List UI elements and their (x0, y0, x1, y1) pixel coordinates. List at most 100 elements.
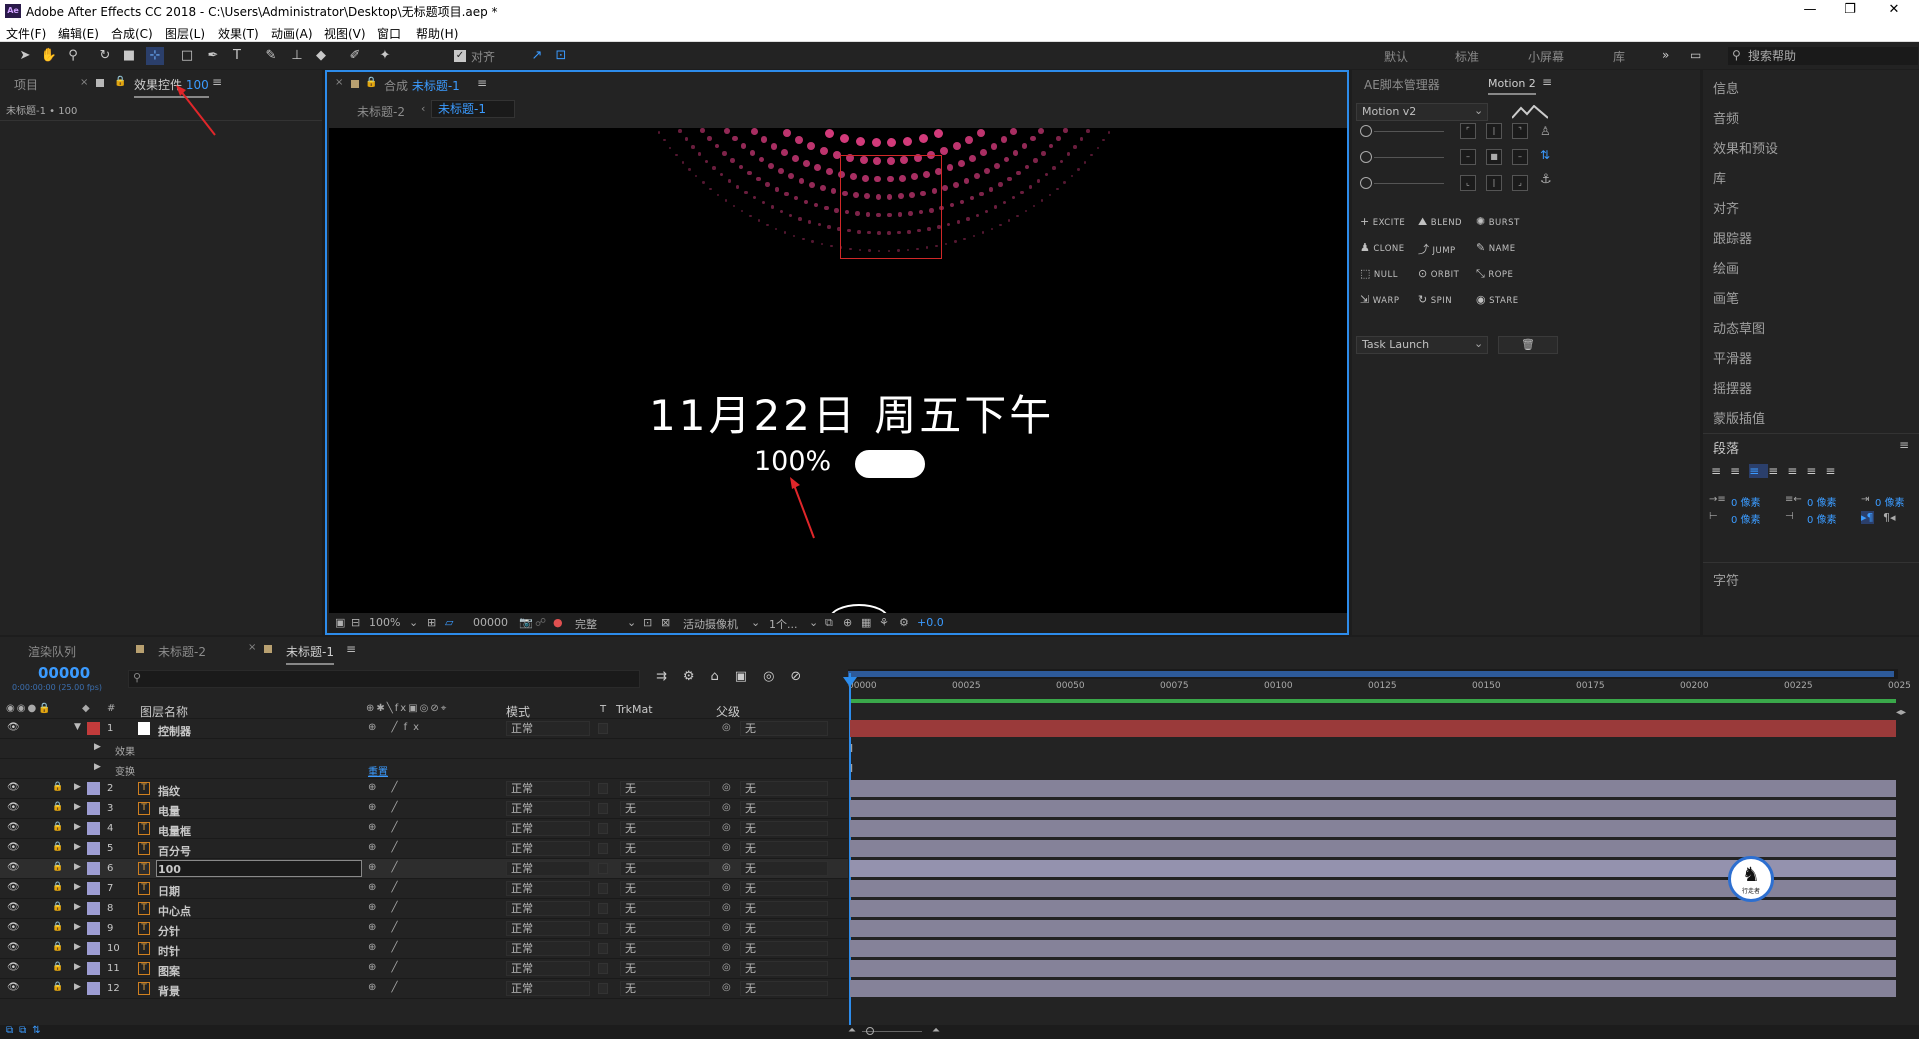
reset-exposure-icon[interactable]: ⚙ (899, 616, 909, 629)
side-panel-item[interactable]: 摇摆器 (1713, 378, 1752, 397)
side-panel-item[interactable]: 画笔 (1713, 288, 1739, 307)
motion-spin-button[interactable]: ↻ SPIN (1418, 293, 1452, 306)
menu-edit[interactable]: 编辑(E) (58, 25, 99, 42)
pick-whip-icon[interactable]: ◎ (722, 802, 731, 813)
anchor-left[interactable]: – (1460, 149, 1476, 165)
side-panel-item[interactable]: 效果和预设 (1713, 138, 1778, 157)
lock-icon[interactable]: 🔒 (114, 76, 126, 87)
layer-name[interactable]: 指纹 (158, 783, 180, 799)
layer-label-color[interactable] (87, 922, 100, 935)
layer-duration-bar[interactable] (850, 780, 1896, 797)
anchor-bottom[interactable]: | (1486, 175, 1502, 191)
layer-label-color[interactable] (87, 842, 100, 855)
region-of-interest-icon[interactable]: ⊡ (643, 616, 652, 629)
layer-name[interactable]: 背景 (158, 983, 180, 999)
work-area-bar[interactable] (850, 699, 1896, 703)
side-panel-item[interactable]: 对齐 (1713, 198, 1739, 217)
preserve-transparency-box[interactable] (598, 963, 608, 974)
composition-viewer[interactable]: 11月22日 周五下午 100% (329, 128, 1347, 613)
expand-arrow-icon[interactable]: ▼ (74, 722, 81, 732)
panel-menu-icon[interactable]: ≡ (477, 76, 487, 90)
switch-icons[interactable]: ⊕ ╱ (368, 802, 404, 813)
layer-name[interactable]: 100 (158, 863, 181, 876)
layer-duration-bar[interactable] (850, 800, 1896, 817)
time-navigator[interactable] (848, 669, 1898, 679)
layer-label-color[interactable] (87, 722, 100, 735)
eye-icon[interactable]: 👁 (7, 802, 20, 813)
flowchart-icon[interactable]: ⚘ (879, 616, 889, 629)
time-navigator-bar[interactable] (848, 671, 1894, 677)
rtl-direction-icon[interactable]: ¶◂ (1883, 511, 1896, 524)
property-group-row[interactable]: ▶ 效果 (0, 739, 848, 759)
switch-icons[interactable]: ⊕ ╱fx (368, 722, 425, 733)
preserve-transparency-box[interactable] (598, 843, 608, 854)
col-trkmat[interactable]: TrkMat (616, 703, 653, 716)
minimize-button[interactable]: — (1790, 2, 1830, 17)
pick-whip-icon[interactable]: ◎ (722, 722, 731, 733)
eye-icon[interactable]: 👁 (7, 922, 20, 933)
menu-animation[interactable]: 动画(A) (271, 25, 313, 42)
workspace-small-screen[interactable]: 小屏幕 (1528, 48, 1564, 65)
layer-name[interactable]: 电量 (158, 803, 180, 819)
layer-label-color[interactable] (87, 902, 100, 915)
table-row[interactable]: 👁 🔒 ▶ 5 T 百分号 ⊕ ╱ 正常 无 ◎ 无 (0, 839, 848, 859)
lock-icon[interactable]: 🔒 (52, 842, 63, 852)
layer-duration-bar[interactable] (850, 980, 1896, 997)
side-panel-item[interactable]: 音频 (1713, 108, 1739, 127)
mode-select[interactable]: 正常 (506, 881, 590, 896)
tab-close-icon[interactable]: × (335, 77, 343, 88)
puppet-tool-icon[interactable]: ✦ (376, 47, 394, 65)
motion-jump-button[interactable]: ⤴ JUMP (1418, 241, 1456, 257)
lock-icon[interactable]: 🔒 (52, 862, 63, 872)
panel-menu-icon[interactable]: ≡ (1899, 438, 1909, 452)
eye-icon[interactable]: 👁 (7, 882, 20, 893)
mask-visibility-icon[interactable]: ▱ (445, 616, 453, 629)
layer-label-color[interactable] (87, 942, 100, 955)
preserve-transparency-box[interactable] (598, 923, 608, 934)
selection-tool-icon[interactable]: ➤ (16, 47, 34, 65)
parent-select[interactable]: 无 (740, 861, 828, 876)
tab-close-icon[interactable]: × (248, 642, 256, 653)
roto-brush-tool-icon[interactable]: ✐ (346, 47, 364, 65)
mode-select[interactable]: 正常 (506, 821, 590, 836)
layer-name[interactable]: 日期 (158, 883, 180, 899)
trkmat-select[interactable]: 无 (620, 821, 710, 836)
motion-name-button[interactable]: ✎ NAME (1476, 241, 1516, 254)
motion-warp-button[interactable]: ⇲ WARP (1360, 293, 1400, 306)
parent-select[interactable]: 无 (740, 901, 828, 916)
workspace-libraries[interactable]: 库 (1613, 48, 1625, 65)
lock-icon[interactable]: 🔒 (52, 902, 63, 912)
trkmat-select[interactable]: 无 (620, 841, 710, 856)
pick-whip-icon[interactable]: ◎ (722, 942, 731, 953)
lock-icon[interactable]: 🔒 (52, 922, 63, 932)
eye-icon[interactable]: 👁 (7, 822, 20, 833)
mode-select[interactable]: 正常 (506, 901, 590, 916)
expand-arrow-icon[interactable]: ▶ (74, 862, 81, 872)
layer-label-color[interactable] (87, 882, 100, 895)
delete-button[interactable]: 🗑 (1498, 336, 1558, 354)
motion-clone-button[interactable]: ♟ CLONE (1360, 241, 1405, 254)
mode-select[interactable]: 正常 (506, 941, 590, 956)
expand-arrow-icon[interactable]: ▶ (74, 802, 81, 812)
expand-arrow-icon[interactable]: ▶ (74, 902, 81, 912)
eraser-tool-icon[interactable]: ◆ (312, 47, 330, 65)
parent-select[interactable]: 无 (740, 961, 828, 976)
col-parent[interactable]: 父级 (716, 703, 740, 720)
expand-arrow-icon[interactable]: ▶ (74, 822, 81, 832)
expand-arrow-icon[interactable]: ▶ (74, 942, 81, 952)
channel-icon[interactable]: ● (553, 616, 563, 629)
layer-search-input[interactable]: ⚲ (128, 670, 640, 688)
zoom-out-icon[interactable]: ⏶ (848, 1025, 856, 1036)
side-panel-item[interactable]: 蒙版插值 (1713, 408, 1765, 427)
anchor-bottom-left[interactable]: ⌞ (1460, 175, 1476, 191)
preserve-transparency-box[interactable] (598, 903, 608, 914)
lock-icon[interactable]: 🔒 (52, 982, 63, 992)
switch-icons[interactable]: ⊕ ╱ (368, 882, 404, 893)
status-icons[interactable]: ⧉⧉⇅ (6, 1025, 47, 1036)
tab-motion-2[interactable]: Motion 2 (1488, 77, 1536, 95)
anchor-right[interactable]: – (1512, 149, 1528, 165)
text-tool-icon[interactable]: T (228, 47, 246, 65)
property-group-row[interactable]: ▶ 变换 重置 (0, 759, 848, 779)
switch-icons[interactable]: ⊕ ╱ (368, 962, 404, 973)
eye-icon[interactable]: 👁 (7, 782, 20, 793)
